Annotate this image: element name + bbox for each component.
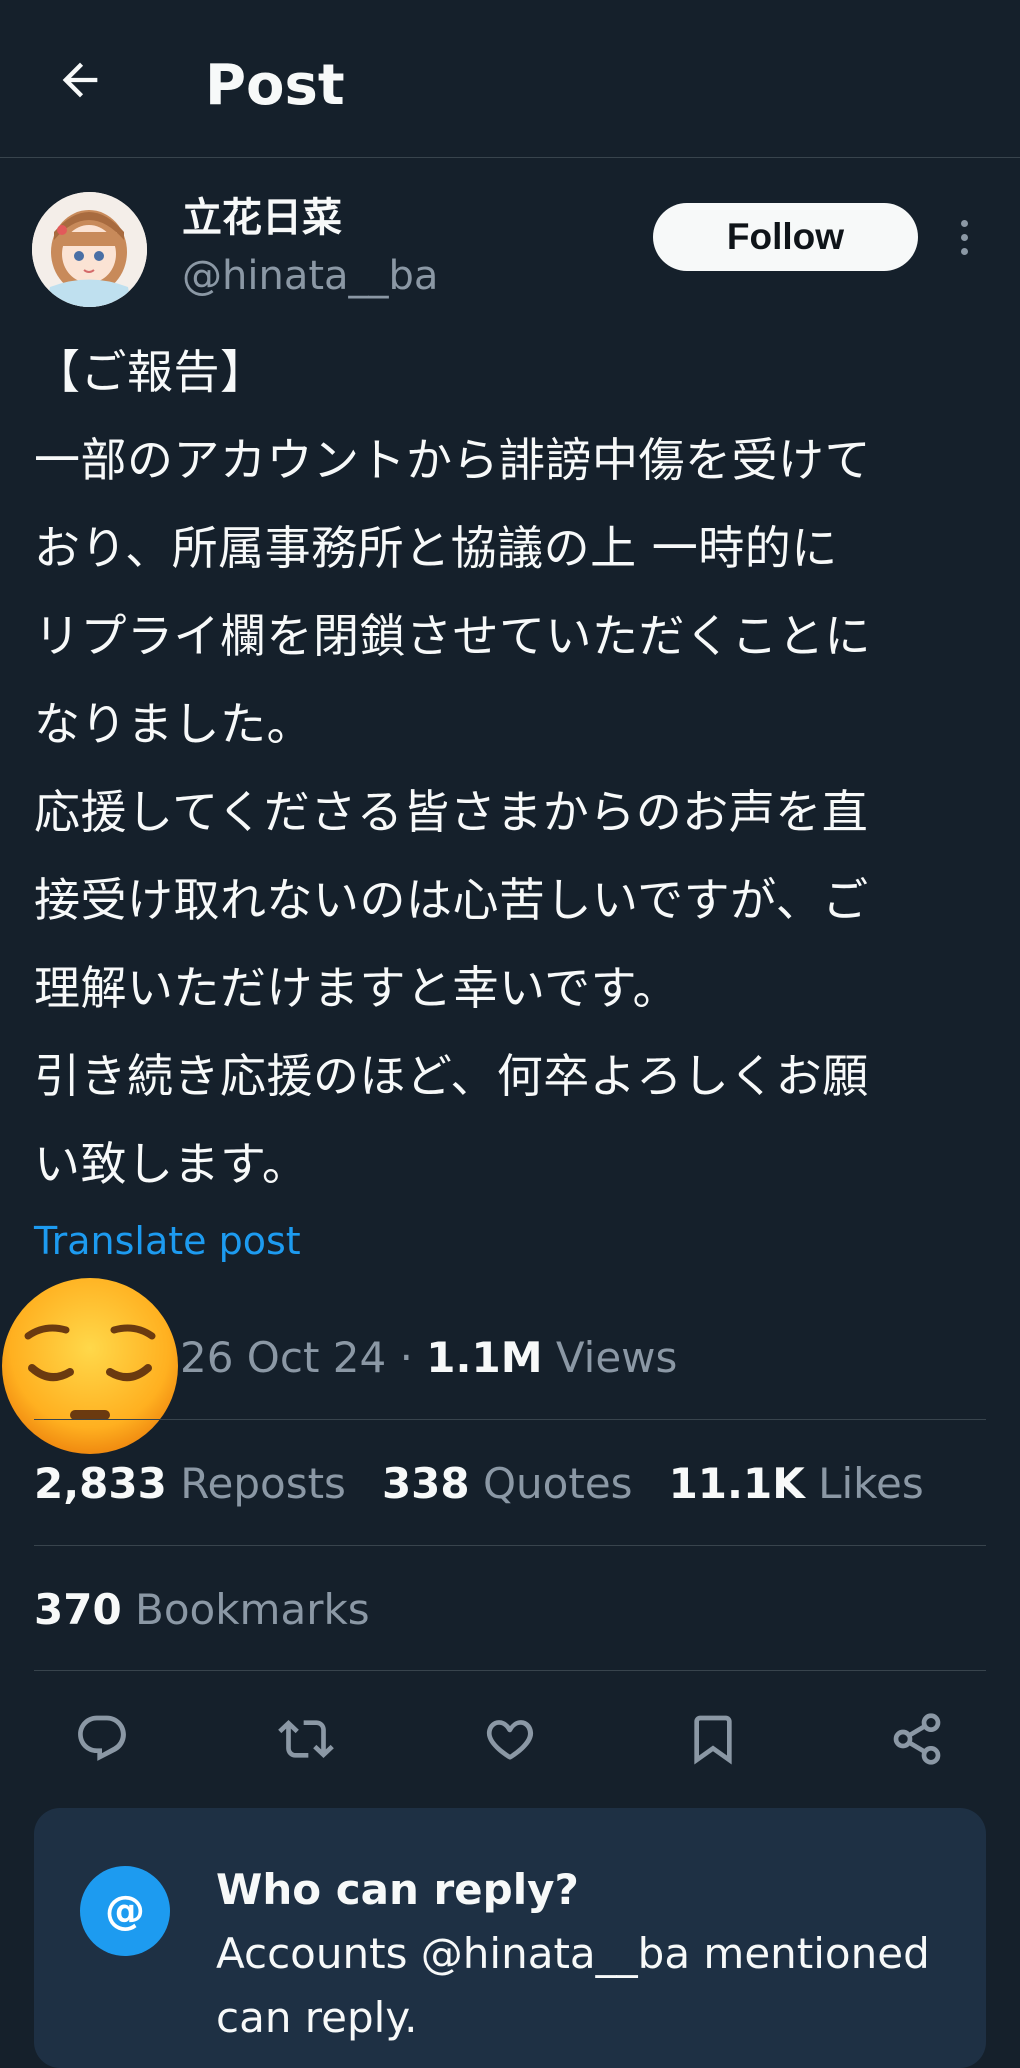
quotes-label: Quotes: [482, 1459, 633, 1508]
divider: [34, 1670, 986, 1671]
quotes-stat[interactable]: 338 Quotes: [382, 1456, 633, 1512]
pensive-face-emoji-icon: [0, 1276, 180, 1456]
reply-restriction-title: Who can reply?: [216, 1865, 579, 1914]
arrow-left-icon: [62, 62, 98, 98]
quotes-count: 338: [381, 1459, 470, 1508]
avatar-illustration: [32, 192, 147, 307]
more-options-button[interactable]: [946, 212, 982, 262]
reply-button[interactable]: [67, 1704, 137, 1774]
back-button[interactable]: [44, 44, 116, 116]
meta-separator: ·: [399, 1333, 413, 1382]
views-label: Views: [555, 1333, 678, 1382]
repost-icon: [278, 1720, 334, 1758]
avatar[interactable]: [32, 192, 147, 307]
author-handle[interactable]: @hinata__ba: [182, 248, 438, 304]
divider: [34, 1419, 986, 1420]
bookmarks-label: Bookmarks: [135, 1585, 370, 1634]
more-vertical-icon-dot: [960, 247, 968, 255]
share-icon: [893, 1713, 941, 1765]
bookmarks-count: 370: [34, 1585, 122, 1634]
engagement-stats: 2,833 Reposts 338 Quotes 11.1K Likes: [34, 1456, 924, 1512]
likes-label: Likes: [818, 1459, 924, 1508]
bookmarks-stat[interactable]: 370 Bookmarks: [34, 1582, 370, 1638]
reply-icon: [78, 1715, 126, 1761]
post-text: 【ご報告】 一部のアカウントから誹謗中傷を受けて おり、所属事務所と協議の上 一…: [34, 345, 871, 1191]
heart-icon: [486, 1720, 534, 1760]
share-button[interactable]: [882, 1704, 952, 1774]
more-vertical-icon: [960, 219, 968, 227]
divider: [34, 1545, 986, 1546]
translate-post-link[interactable]: Translate post: [34, 1214, 301, 1268]
views-count: 1.1M: [426, 1333, 543, 1382]
page-title: Post: [205, 53, 345, 118]
post-date: 26 Oct 24: [180, 1333, 387, 1382]
follow-button[interactable]: Follow: [653, 203, 918, 271]
more-vertical-icon-dot: [960, 233, 968, 241]
repost-button[interactable]: [271, 1704, 341, 1774]
likes-stat[interactable]: 11.1K Likes: [669, 1456, 924, 1512]
reposts-stat[interactable]: 2,833 Reposts: [34, 1456, 346, 1512]
bookmark-icon: [694, 1715, 732, 1765]
likes-count: 11.1K: [668, 1459, 805, 1508]
post-meta: 26 Oct 24 · 1.1M Views: [180, 1330, 677, 1386]
at-sign-icon: @: [80, 1866, 170, 1956]
reply-restriction-text: Accounts @hinata__ba mentioned can reply…: [216, 1929, 930, 2042]
top-bar: Post: [0, 0, 1020, 158]
like-button[interactable]: [475, 1704, 545, 1774]
author-name[interactable]: 立花日菜: [182, 190, 342, 246]
bookmark-button[interactable]: [678, 1704, 748, 1774]
reposts-count: 2,833: [34, 1459, 167, 1508]
reply-restriction-card: @ Who can reply? Accounts @hinata__ba me…: [34, 1808, 986, 2068]
reposts-label: Reposts: [180, 1459, 346, 1508]
